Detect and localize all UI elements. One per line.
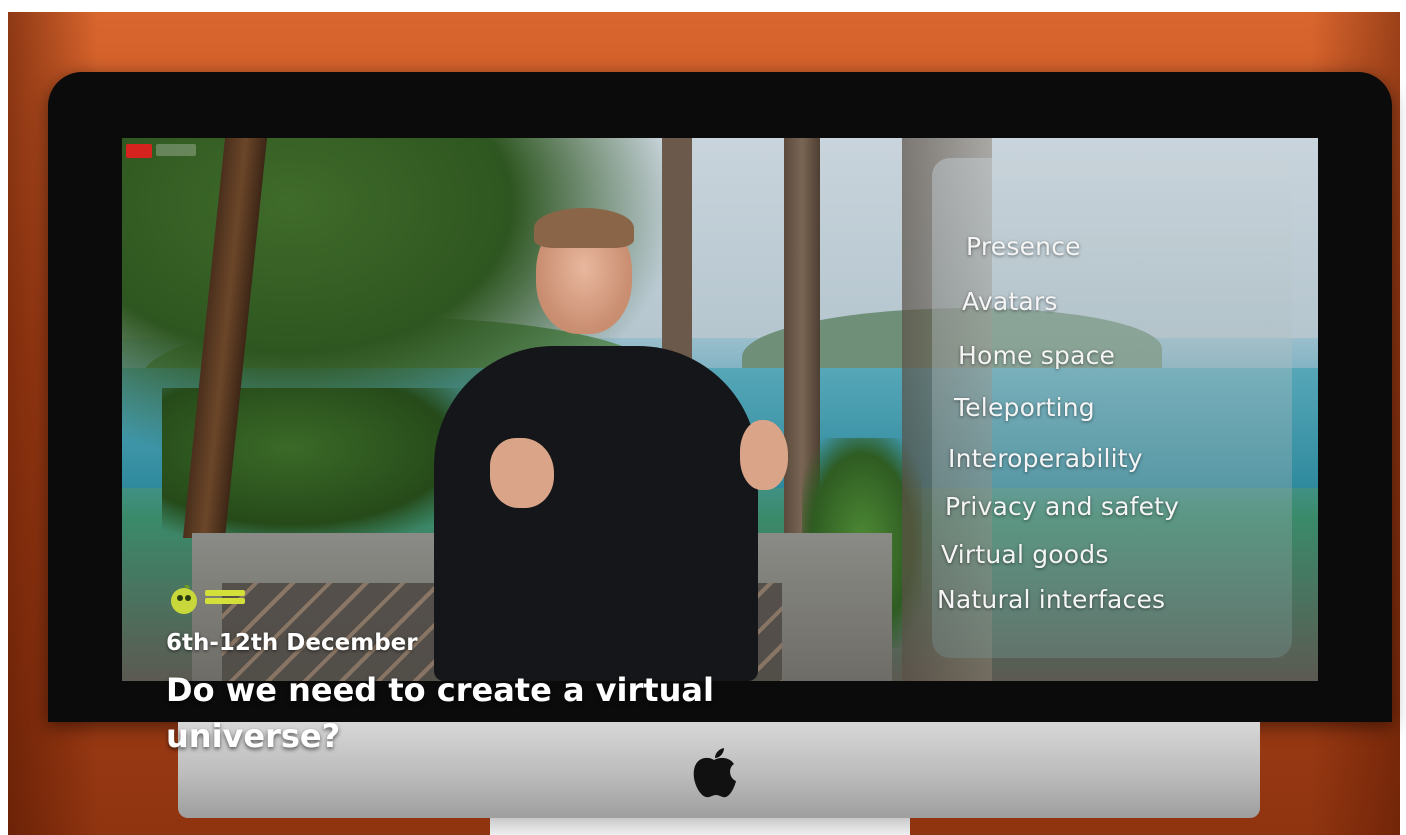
- live-badge-icon: [126, 144, 152, 158]
- newspaper-logo-icon: [171, 584, 197, 614]
- video-screen: [122, 138, 1318, 681]
- caption-headline: Do we need to create a virtual universe?: [166, 671, 714, 755]
- presenter-hand-right: [740, 420, 788, 490]
- monitor-stand: [490, 818, 910, 835]
- brand-wordmark: [205, 588, 253, 608]
- presenter-hair: [534, 208, 634, 248]
- live-label: [156, 144, 196, 156]
- topics-panel: [932, 158, 1292, 658]
- presenter-hand-left: [490, 438, 554, 508]
- caption-date: 6th-12th December: [166, 630, 418, 656]
- presenter-body: [434, 346, 758, 681]
